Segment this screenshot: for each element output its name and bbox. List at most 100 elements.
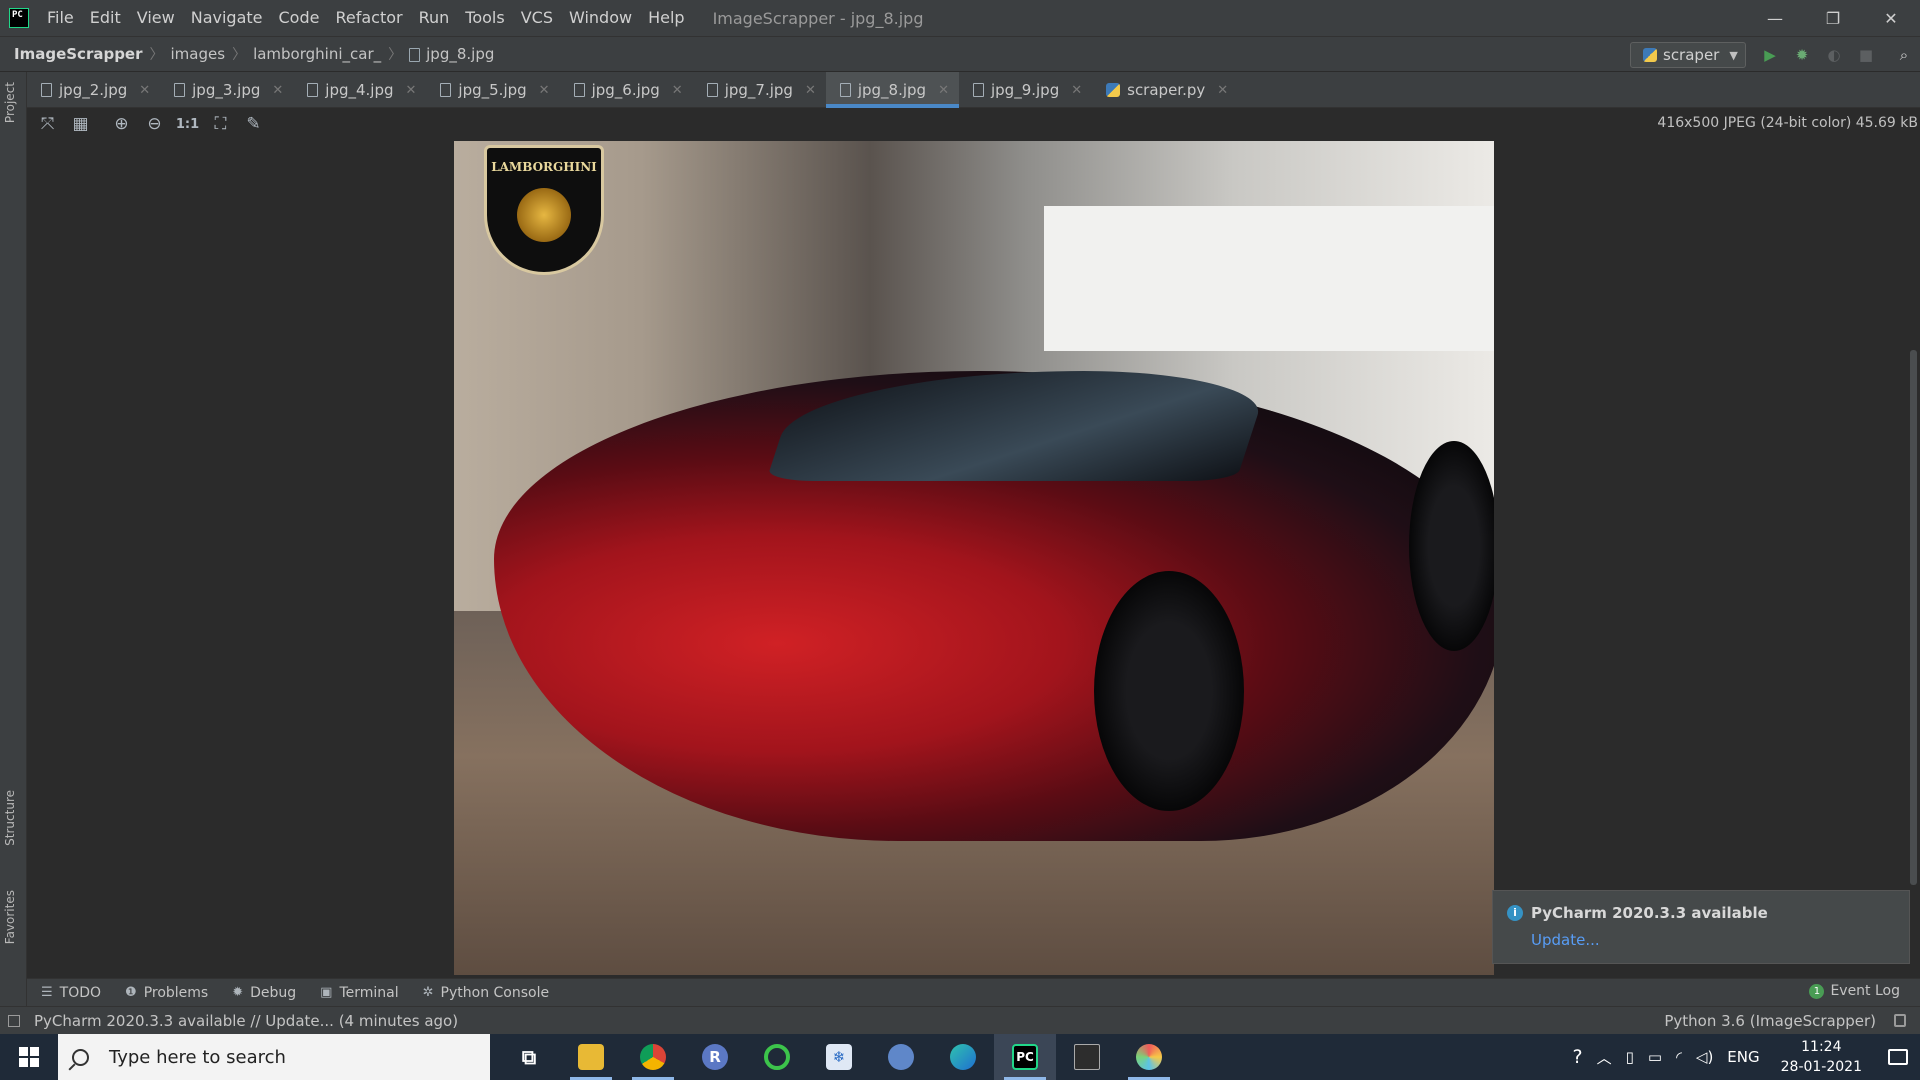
run-icon[interactable]: ▶ — [1760, 45, 1780, 65]
run-configuration-select[interactable]: scraper ▼ — [1630, 42, 1746, 68]
tab-jpg-4[interactable]: jpg_4.jpg ✕ — [293, 72, 426, 108]
image-file-icon — [41, 83, 52, 97]
show-grid-icon[interactable]: ▦ — [64, 110, 97, 138]
tab-jpg-2[interactable]: jpg_2.jpg ✕ — [27, 72, 160, 108]
menu-file[interactable]: File — [39, 0, 82, 36]
taskbar-file-explorer[interactable] — [560, 1034, 622, 1080]
taskbar-snowflake-app[interactable]: ❄ — [808, 1034, 870, 1080]
menu-edit[interactable]: Edit — [82, 0, 129, 36]
tab-jpg-6[interactable]: jpg_6.jpg ✕ — [560, 72, 693, 108]
update-link[interactable]: Update... — [1531, 931, 1600, 949]
title-bar: PC File Edit View Navigate Code Refactor… — [0, 0, 1920, 36]
tab-jpg-9[interactable]: jpg_9.jpg ✕ — [959, 72, 1092, 108]
breadcrumb-folder[interactable]: lamborghini_car_ — [253, 45, 381, 63]
zoom-out-icon[interactable]: ⊖ — [138, 110, 171, 138]
lock-icon[interactable] — [1894, 1014, 1906, 1027]
minimize-button[interactable]: — — [1746, 0, 1804, 36]
problems-tool-button[interactable]: ❶ Problems — [113, 985, 220, 1001]
python-console-tool-button[interactable]: ✲ Python Console — [411, 985, 561, 1001]
fit-zoom-icon[interactable]: ⛶ — [204, 110, 237, 138]
volume-icon[interactable]: ◁) — [1689, 1048, 1720, 1066]
close-icon[interactable]: ✕ — [1217, 83, 1228, 98]
actual-size-button[interactable]: 1:1 — [171, 110, 204, 138]
tab-scraper-py[interactable]: scraper.py ✕ — [1092, 72, 1238, 108]
update-notification: i PyCharm 2020.3.3 available Update... — [1492, 890, 1910, 964]
task-view-button[interactable]: ⧉ — [498, 1034, 560, 1080]
close-icon[interactable]: ✕ — [672, 83, 683, 98]
menu-vcs[interactable]: VCS — [513, 0, 561, 36]
image-file-icon — [440, 83, 452, 97]
taskbar-refresh-app[interactable] — [746, 1034, 808, 1080]
restore-button[interactable]: ❐ — [1804, 0, 1862, 36]
action-center-button[interactable] — [1876, 1034, 1920, 1080]
menu-navigate[interactable]: Navigate — [183, 0, 271, 36]
search-everywhere-icon[interactable]: ⌕ — [1894, 45, 1914, 65]
menu-help[interactable]: Help — [640, 0, 692, 36]
image-file-icon — [706, 83, 718, 97]
image-file-icon — [972, 83, 984, 97]
event-log-button[interactable]: 1 Event Log — [1809, 983, 1900, 999]
system-clock[interactable]: 11:24 28-01-2021 — [1767, 1037, 1876, 1077]
menu-tools[interactable]: Tools — [457, 0, 512, 36]
taskbar-paint-app[interactable] — [1118, 1034, 1180, 1080]
tab-jpg-5[interactable]: jpg_5.jpg ✕ — [426, 72, 559, 108]
search-icon — [72, 1048, 89, 1066]
breadcrumb-separator: 〉 — [232, 47, 247, 63]
close-icon[interactable]: ✕ — [272, 83, 283, 98]
favorites-tool-tab[interactable]: Favorites — [3, 890, 17, 944]
breadcrumb-project[interactable]: ImageScrapper — [14, 45, 143, 63]
taskbar-edge[interactable] — [932, 1034, 994, 1080]
close-icon[interactable]: ✕ — [139, 83, 150, 98]
close-icon[interactable]: ✕ — [938, 83, 949, 98]
debug-icon[interactable]: ✹ — [1792, 45, 1812, 65]
menu-view[interactable]: View — [129, 0, 183, 36]
close-icon[interactable]: ✕ — [406, 83, 417, 98]
tab-jpg-7[interactable]: jpg_7.jpg ✕ — [693, 72, 826, 108]
vertical-scrollbar[interactable] — [1910, 350, 1917, 885]
zoom-in-icon[interactable]: ⊕ — [105, 110, 138, 138]
menu-window[interactable]: Window — [561, 0, 640, 36]
taskbar-pycharm[interactable]: PC — [994, 1034, 1056, 1080]
tool-windows-toggle-icon[interactable] — [8, 1015, 20, 1027]
breadcrumb-file[interactable]: jpg_8.jpg — [426, 45, 494, 63]
stop-icon[interactable]: ■ — [1856, 45, 1876, 65]
taskbar-r-app[interactable]: R — [684, 1034, 746, 1080]
close-button[interactable]: ✕ — [1862, 0, 1920, 36]
menu-refactor[interactable]: Refactor — [327, 0, 410, 36]
run-with-coverage-icon[interactable]: ◐ — [1824, 45, 1844, 65]
chevron-up-icon[interactable]: ︿ — [1590, 1047, 1619, 1068]
help-icon[interactable]: ? — [1566, 1046, 1590, 1068]
battery-icon[interactable]: ▭ — [1641, 1048, 1669, 1066]
breadcrumb: ImageScrapper 〉 images 〉 lamborghini_car… — [0, 44, 494, 64]
menu-code[interactable]: Code — [271, 0, 328, 36]
taskbar-globe-app[interactable] — [870, 1034, 932, 1080]
status-message[interactable]: PyCharm 2020.3.3 available // Update... … — [0, 1012, 458, 1030]
lamborghini-logo: LAMBORGHINI — [484, 145, 604, 275]
start-button[interactable] — [0, 1034, 58, 1080]
terminal-tool-button[interactable]: ▣ Terminal — [308, 985, 410, 1001]
project-tool-tab[interactable]: Project — [3, 82, 17, 123]
todo-tool-button[interactable]: ☰ TODO — [27, 985, 113, 1001]
structure-tool-tab[interactable]: Structure — [3, 790, 17, 846]
fit-to-window-icon[interactable]: ⤧ — [31, 110, 64, 138]
wifi-icon[interactable]: ◜ — [1669, 1048, 1689, 1066]
close-icon[interactable]: ✕ — [1071, 83, 1082, 98]
tab-jpg-8[interactable]: jpg_8.jpg ✕ — [825, 72, 960, 108]
interpreter-selector[interactable]: Python 3.6 (ImageScrapper) — [1664, 1012, 1876, 1030]
menu-run[interactable]: Run — [411, 0, 458, 36]
sync-icon — [764, 1044, 790, 1070]
close-icon[interactable]: ✕ — [539, 83, 550, 98]
input-language[interactable]: ENG — [1720, 1048, 1766, 1066]
color-picker-icon[interactable]: ✎ — [237, 110, 270, 138]
r-icon: R — [702, 1044, 728, 1070]
debug-tool-button[interactable]: ✹ Debug — [220, 985, 308, 1001]
taskbar-search-box[interactable]: Type here to search — [58, 1034, 490, 1080]
run-configuration-label: scraper — [1663, 46, 1720, 64]
tab-jpg-3[interactable]: jpg_3.jpg ✕ — [160, 72, 293, 108]
taskbar-console-app[interactable] — [1056, 1034, 1118, 1080]
bug-icon: ✹ — [232, 985, 244, 1000]
close-icon[interactable]: ✕ — [805, 83, 816, 98]
device-icon[interactable]: ▯ — [1619, 1048, 1641, 1066]
taskbar-chrome[interactable] — [622, 1034, 684, 1080]
breadcrumb-images[interactable]: images — [171, 45, 226, 63]
